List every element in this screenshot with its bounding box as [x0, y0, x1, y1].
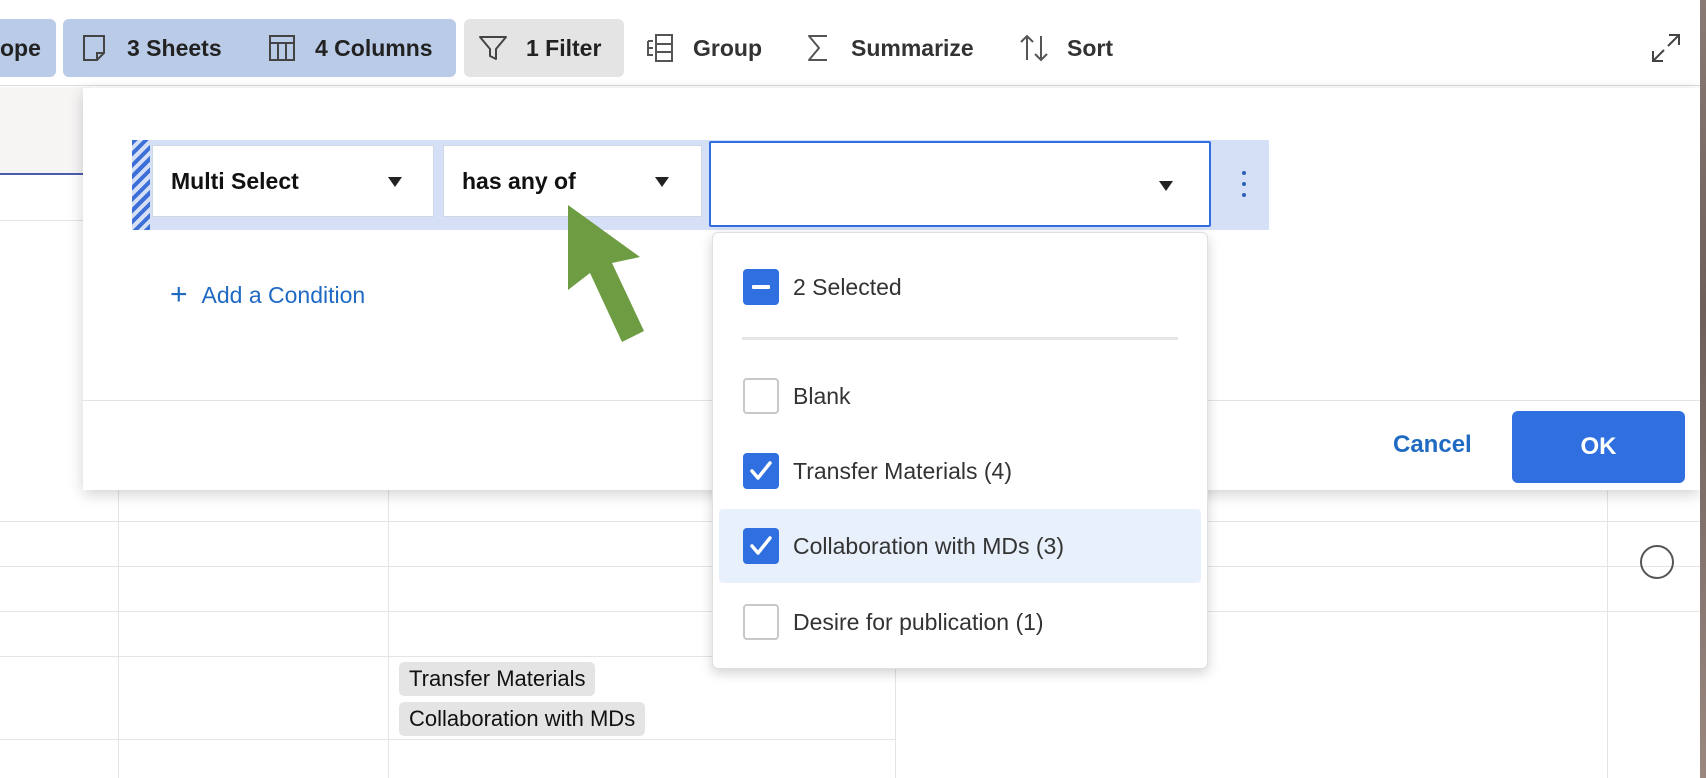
grid-row-line: [0, 739, 895, 740]
sort-label: Sort: [1067, 34, 1113, 61]
select-all-row[interactable]: 2 Selected: [719, 250, 1201, 324]
value-select[interactable]: [709, 141, 1211, 227]
option-label: Collaboration with MDs (3): [793, 532, 1064, 559]
grid-col-line: [895, 656, 896, 778]
expand-icon[interactable]: [1650, 32, 1682, 64]
ok-button[interactable]: OK: [1512, 411, 1685, 483]
operator-select-value: has any of: [462, 167, 576, 194]
checkbox[interactable]: [743, 453, 779, 489]
add-condition-label: Add a Condition: [201, 281, 366, 308]
dropdown-option[interactable]: Desire for publication (1): [719, 585, 1201, 659]
group-icon: [645, 33, 675, 63]
checkmark-icon: [750, 461, 772, 480]
sigma-icon: [803, 33, 833, 63]
option-label: Desire for publication (1): [793, 608, 1044, 635]
chevron-down-icon: [655, 177, 669, 187]
value-dropdown: 2 Selected Blank Transfer Materials (4) …: [712, 232, 1208, 669]
chevron-down-icon: [1159, 181, 1173, 191]
multi-select-tag: Collaboration with MDs: [399, 702, 646, 736]
filter-condition-row: Multi Select has any of: [132, 140, 1269, 230]
checkbox[interactable]: [743, 378, 779, 414]
sheets-chip[interactable]: 3 Sheets: [63, 19, 274, 77]
indeterminate-checkbox[interactable]: [743, 269, 779, 305]
group-label: Group: [693, 34, 762, 61]
divider: [742, 337, 1178, 340]
multi-select-tag: Transfer Materials: [399, 662, 596, 696]
checkbox[interactable]: [743, 528, 779, 564]
toolbar: ope 3 Sheets 4 Columns 1 Filter Group Su…: [0, 0, 1706, 86]
filter-chip-label: 1 Filter: [526, 34, 602, 61]
cancel-button[interactable]: Cancel: [1393, 422, 1472, 468]
field-select[interactable]: Multi Select: [152, 145, 434, 217]
grid-col-line: [118, 487, 119, 778]
grid-header-cell: [0, 87, 90, 175]
selected-count-label: 2 Selected: [793, 273, 902, 300]
window-edge: [1700, 0, 1706, 778]
funnel-icon: [478, 33, 508, 63]
columns-chip[interactable]: 4 Columns: [253, 19, 456, 77]
columns-icon: [267, 33, 297, 63]
checkbox[interactable]: [743, 604, 779, 640]
group-button[interactable]: Group: [645, 19, 762, 77]
checkmark-icon: [750, 536, 772, 555]
grid-col-line: [1607, 487, 1608, 778]
sort-button[interactable]: Sort: [1019, 19, 1113, 77]
more-options-icon[interactable]: [1233, 166, 1255, 202]
row-action-icon[interactable]: [1640, 545, 1674, 579]
field-select-value: Multi Select: [171, 167, 299, 194]
grid-col-line: [388, 487, 389, 778]
dropdown-option[interactable]: Blank: [719, 359, 1201, 433]
summarize-button[interactable]: Summarize: [803, 19, 974, 77]
sheets-chip-label: 3 Sheets: [127, 34, 222, 61]
dropdown-option[interactable]: Transfer Materials (4): [719, 434, 1201, 508]
plus-icon: +: [170, 278, 188, 311]
dropdown-option[interactable]: Collaboration with MDs (3): [719, 509, 1201, 583]
columns-chip-label: 4 Columns: [315, 34, 433, 61]
scope-chip-label: ope: [0, 34, 41, 61]
chevron-down-icon: [388, 177, 402, 187]
sheet-icon: [79, 33, 109, 63]
scope-chip[interactable]: ope: [0, 19, 56, 77]
add-condition-link[interactable]: + Add a Condition: [170, 278, 365, 312]
summarize-label: Summarize: [851, 34, 974, 61]
option-label: Transfer Materials (4): [793, 457, 1012, 484]
drag-handle[interactable]: [132, 140, 150, 230]
filter-chip[interactable]: 1 Filter: [464, 19, 624, 77]
option-label: Blank: [793, 382, 851, 409]
annotation-arrow-icon: [568, 205, 644, 342]
sort-arrows-icon: [1019, 33, 1049, 63]
